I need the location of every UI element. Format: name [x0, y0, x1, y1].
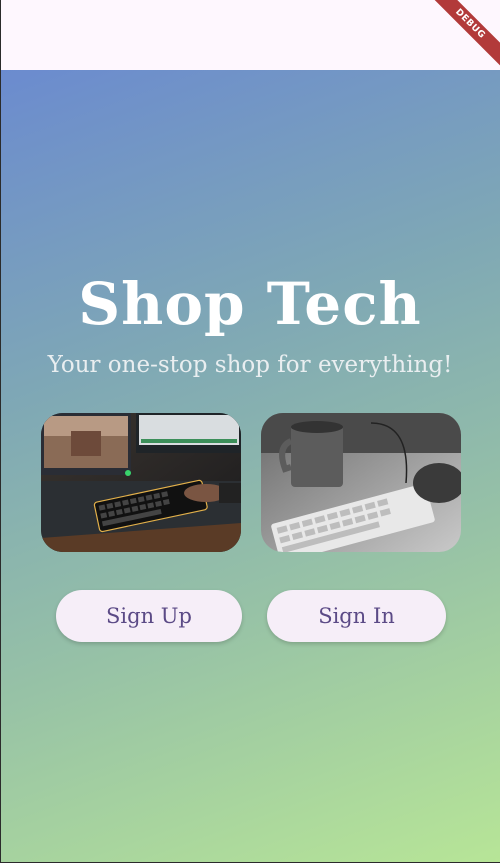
- debug-label: DEBUG: [421, 0, 500, 73]
- gaming-keyboard-image: [41, 413, 241, 552]
- sign-in-button[interactable]: Sign In: [267, 590, 446, 642]
- sign-up-button[interactable]: Sign Up: [56, 590, 242, 642]
- keyboard-mug-image: [261, 413, 461, 552]
- app-subtitle: Your one-stop shop for everything!: [47, 352, 453, 378]
- debug-banner: DEBUG: [420, 0, 500, 80]
- app-title: Shop Tech: [78, 270, 422, 338]
